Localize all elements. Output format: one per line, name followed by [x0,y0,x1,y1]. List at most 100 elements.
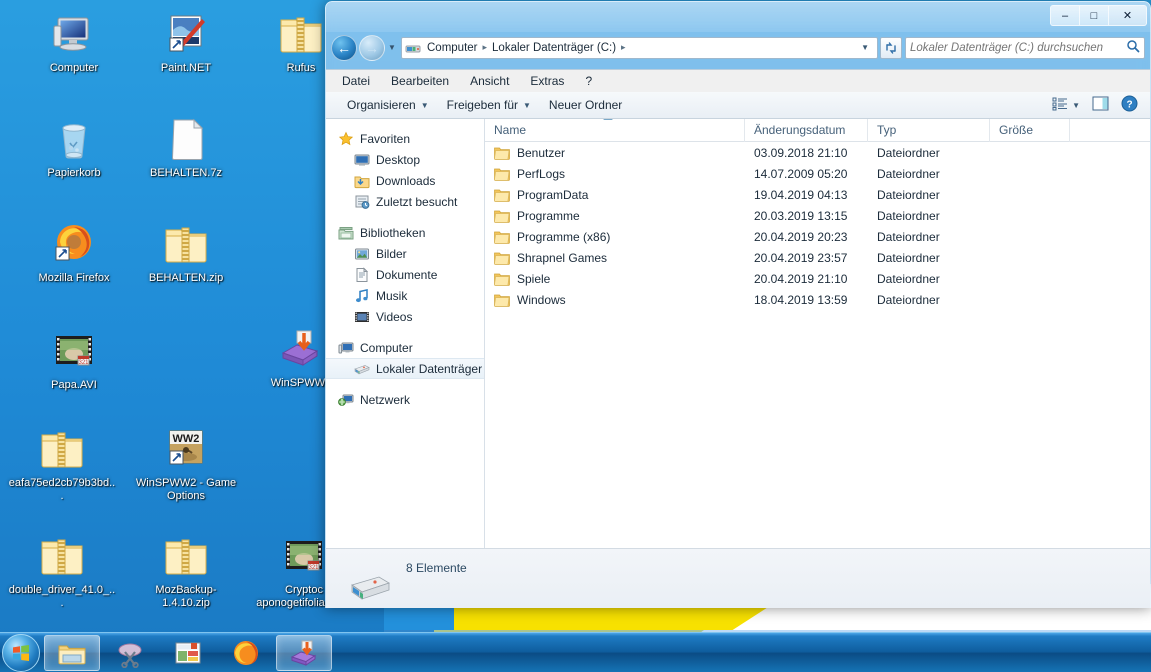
desktop-icon-label: eafa75ed2cb79b3bd... [8,477,116,503]
start-button[interactable] [2,634,40,672]
nav-item-bilder[interactable]: Bilder [326,243,484,264]
taskbar-button-explorer[interactable] [44,635,100,671]
nav-item-musik[interactable]: Musik [326,285,484,306]
nav-item-label: Downloads [376,174,435,188]
recent-places-icon [354,194,370,210]
explorer-window[interactable]: – □ ✕ ← → ▼ Computer ▸ Lokaler Datenträg… [325,1,1151,608]
column-header-name[interactable]: Name [485,119,745,142]
desktop-icon-label: Papierkorb [47,167,100,180]
desktop-icon-mozilla-firefox[interactable]: Mozilla Firefox [18,220,130,285]
column-header--nderungsdatum[interactable]: Änderungsdatum [745,119,868,142]
file-modified-cell: 18.04.2019 13:59 [745,293,868,307]
navigation-pane[interactable]: Favoriten Desktop Downloads Zuletzt besucht… [326,119,485,548]
file-rows: Benutzer03.09.2018 21:10DateiordnerPerfL… [485,142,1150,310]
nav-header-favoriten[interactable]: Favoriten [326,128,484,149]
table-row[interactable]: Windows18.04.2019 13:59Dateiordner [485,289,1150,310]
new-folder-button[interactable]: Neuer Ordner [540,95,631,115]
search-icon[interactable] [1126,39,1140,56]
zip-folder-icon [162,532,210,580]
desktop-icon-papa-avi[interactable]: 321Papa.AVI [18,327,130,392]
breadcrumb-computer[interactable]: Computer [423,42,482,54]
nav-item-videos[interactable]: Videos [326,306,484,327]
nav-item-label: Musik [376,289,407,303]
desktop-icon [354,152,370,168]
taskbar-button-firefox[interactable] [218,635,274,671]
table-row[interactable]: PerfLogs14.07.2009 05:20Dateiordner [485,163,1150,184]
desktop-icon-winspww2-game-options[interactable]: WW2 WinSPWW2 - Game Options [130,425,242,503]
table-row[interactable]: ProgramData19.04.2019 04:13Dateiordner [485,184,1150,205]
taskbar-button-snipping-tool[interactable] [102,635,158,671]
breadcrumb-separator-icon[interactable]: ▸ [620,42,627,53]
change-view-button[interactable]: ▼ [1046,95,1086,116]
address-bar[interactable]: Computer ▸ Lokaler Datenträger (C:) ▸ ▼ [401,37,878,59]
menu-item-extras[interactable]: Extras [530,74,564,88]
search-input[interactable] [910,42,1124,54]
desktop-icon-computer[interactable]: Computer [18,10,130,75]
taskbar-button-paint-net[interactable] [160,635,216,671]
paintnet-taskbar-icon [173,638,203,668]
refresh-button[interactable] [880,37,902,59]
menu-item-ansicht[interactable]: Ansicht [470,74,509,88]
desktop-icon-paint-net[interactable]: Paint.NET [130,10,242,75]
nav-header-computer[interactable]: Computer [326,337,484,358]
column-header-typ[interactable]: Typ [868,119,990,142]
desktop-icon-behalten-zip[interactable]: BEHALTEN.zip [130,220,242,285]
help-button[interactable]: ? [1115,93,1144,117]
taskbar[interactable] [0,632,1151,672]
search-box[interactable] [905,37,1145,59]
table-row[interactable]: Programme (x86)20.04.2019 20:23Dateiordn… [485,226,1150,247]
file-name-cell: Spiele [517,272,550,286]
nav-group: Netzwerk [326,389,484,410]
table-row[interactable]: Shrapnel Games20.04.2019 23:57Dateiordne… [485,247,1150,268]
minimize-button[interactable]: – [1051,6,1080,25]
nav-header-bibliotheken[interactable]: Bibliotheken [326,222,484,243]
table-row[interactable]: Spiele20.04.2019 21:10Dateiordner [485,268,1150,289]
menu-item-bearbeiten[interactable]: Bearbeiten [391,74,449,88]
nav-item-dokumente[interactable]: Dokumente [326,264,484,285]
desktop-icon-eafa75ed2cb79b3bd[interactable]: eafa75ed2cb79b3bd... [6,425,118,503]
recent-pages-dropdown[interactable]: ▼ [385,43,399,52]
menu-item-[interactable]: ? [585,74,592,88]
share-with-button[interactable]: Freigeben für ▼ [438,95,540,115]
nav-item-downloads[interactable]: Downloads [326,170,484,191]
breadcrumb-local-disk[interactable]: Lokaler Datenträger (C:) [488,42,620,54]
taskbar-button-winspww2[interactable] [276,635,332,671]
nav-header-netzwerk[interactable]: Netzwerk [326,389,484,410]
show-preview-pane-button[interactable] [1086,94,1115,116]
menu-item-datei[interactable]: Datei [342,74,370,88]
back-button[interactable]: ← [331,35,357,61]
desktop-icon-mozbackup-1-4-10-zip[interactable]: MozBackup-1.4.10.zip [130,532,242,610]
address-dropdown-icon[interactable]: ▼ [856,43,874,52]
file-modified-cell: 20.04.2019 23:57 [745,251,868,265]
column-header-label: Typ [877,123,896,137]
column-header-gr-e[interactable]: Größe [990,119,1070,142]
forward-button[interactable]: → [359,35,385,61]
nav-item-label: Bilder [376,247,407,261]
file-name-cell: Windows [517,293,566,307]
star-icon [338,131,354,147]
desktop-icon-label: WinSPWW2 - Game Options [132,477,240,503]
computer-small-icon [338,340,354,356]
nav-item-label: Desktop [376,153,420,167]
table-row[interactable]: Benutzer03.09.2018 21:10Dateiordner [485,142,1150,163]
file-type-cell: Dateiordner [868,167,990,181]
title-bar[interactable]: – □ ✕ [325,1,1151,32]
organize-button[interactable]: Organisieren ▼ [338,95,438,115]
file-list-pane[interactable]: NameÄnderungsdatum Typ Größe Benutzer03.09… [485,119,1150,548]
column-header-row: NameÄnderungsdatum Typ Größe [485,119,1150,142]
winspww2-taskbar-icon [289,638,319,668]
desktop-icon-behalten-7z[interactable]: BEHALTEN.7z [130,115,242,180]
preview-pane-icon [1092,96,1109,114]
nav-header-label: Netzwerk [360,393,410,407]
video-file-icon: 321 [280,532,328,580]
nav-item-zuletzt-besucht[interactable]: Zuletzt besucht [326,191,484,212]
maximize-button[interactable]: □ [1080,6,1109,25]
nav-item-desktop[interactable]: Desktop [326,149,484,170]
file-name-cell: PerfLogs [517,167,565,181]
desktop-icon-papierkorb[interactable]: Papierkorb [18,115,130,180]
table-row[interactable]: Programme20.03.2019 13:15Dateiordner [485,205,1150,226]
svg-text:WW2: WW2 [173,433,200,445]
nav-item-lokaler-datentr-ger[interactable]: Lokaler Datenträger [326,358,484,379]
close-button[interactable]: ✕ [1109,6,1146,25]
desktop-icon-double-driver-41-0[interactable]: double_driver_41.0_... [6,532,118,610]
